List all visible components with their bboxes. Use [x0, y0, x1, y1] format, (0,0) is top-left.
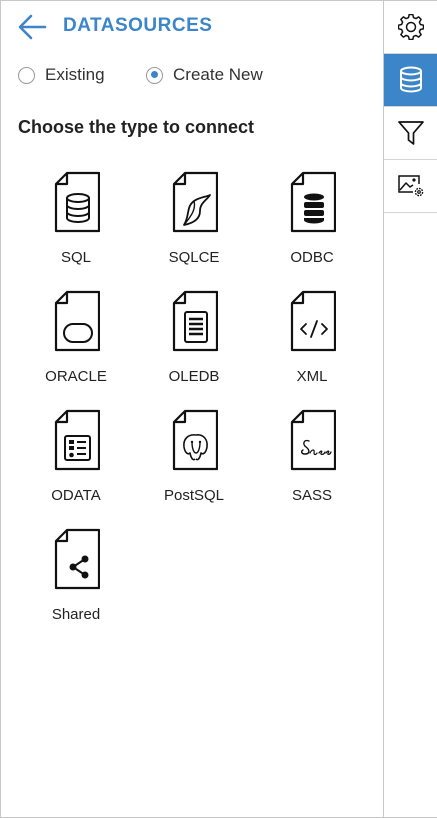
share-icon	[54, 528, 100, 590]
tile-label: PostSQL	[163, 487, 225, 504]
database-icon	[399, 66, 422, 93]
existing-radio[interactable]: Existing	[18, 65, 105, 85]
existing-radio-circle	[18, 66, 35, 84]
datasource-panel: DATASOURCES Existing Create New Choose t…	[0, 0, 437, 818]
rail-datasources-button[interactable]	[384, 54, 437, 107]
rail-settings-button[interactable]	[384, 1, 437, 54]
back-button[interactable]	[17, 13, 47, 41]
panel-header: DATASOURCES	[1, 1, 383, 53]
page-title: DATASOURCES	[63, 15, 213, 36]
tile-label: SQLCE	[168, 249, 220, 266]
existing-radio-label: Existing	[45, 65, 105, 84]
oledb-icon	[172, 290, 218, 352]
filter-icon	[397, 121, 424, 145]
create-new-radio[interactable]: Create New	[146, 65, 263, 85]
tile-label: OLEDB	[168, 368, 220, 385]
sass-icon	[290, 409, 336, 471]
database-icon	[54, 171, 100, 233]
odata-icon	[54, 409, 100, 471]
postgresql-elephant-icon	[172, 409, 218, 471]
rail-filter-button[interactable]	[384, 107, 437, 160]
tile-xml[interactable]: XML	[257, 290, 367, 400]
tile-odata[interactable]: ODATA	[21, 409, 131, 519]
tile-label: ORACLE	[45, 368, 107, 385]
tile-label: Shared	[51, 606, 101, 623]
rail-image-settings-button[interactable]	[384, 160, 437, 213]
gear-icon	[397, 14, 424, 40]
create-new-radio-label: Create New	[173, 65, 263, 84]
database-filled-icon	[290, 171, 336, 233]
back-arrow-icon	[18, 14, 47, 40]
section-heading: Choose the type to connect	[18, 117, 255, 137]
create-new-radio-circle	[146, 66, 163, 84]
oracle-icon	[54, 290, 100, 352]
right-icon-rail	[383, 1, 437, 817]
tile-sqlce[interactable]: SQLCE	[139, 171, 249, 281]
tile-postsql[interactable]: PostSQL	[139, 409, 249, 519]
code-icon	[290, 290, 336, 352]
main-panel: DATASOURCES Existing Create New Choose t…	[1, 1, 383, 817]
sqlce-icon	[172, 171, 218, 233]
tile-sass[interactable]: SASS	[257, 409, 367, 519]
tile-sql[interactable]: SQL	[21, 171, 131, 281]
tile-oledb[interactable]: OLEDB	[139, 290, 249, 400]
tile-label: SASS	[291, 487, 333, 504]
tile-odbc[interactable]: ODBC	[257, 171, 367, 281]
tile-label: SQL	[60, 249, 91, 266]
tile-label: ODBC	[290, 249, 334, 266]
tile-label: XML	[296, 368, 328, 385]
tile-oracle[interactable]: ORACLE	[21, 290, 131, 400]
image-settings-icon	[397, 175, 423, 197]
tile-label: ODATA	[51, 487, 101, 504]
tile-shared[interactable]: Shared	[21, 528, 131, 638]
